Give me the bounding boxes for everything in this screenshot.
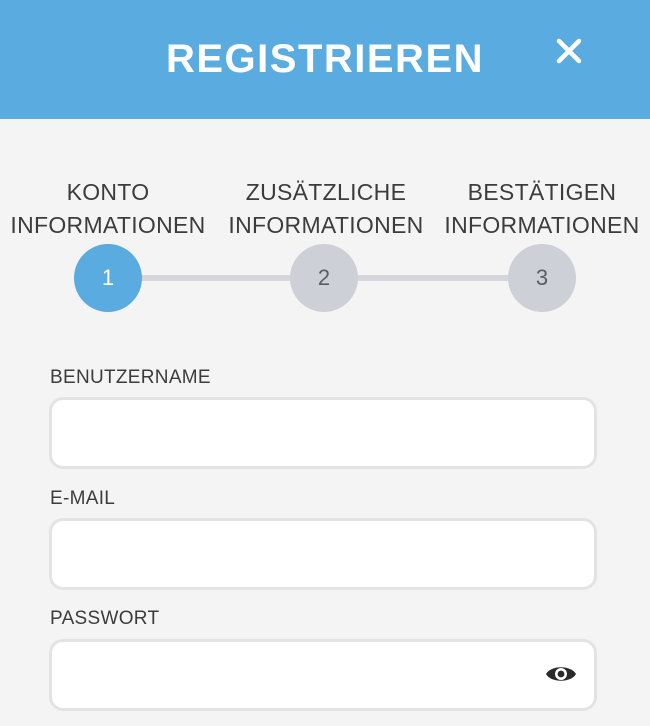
step-label-zusaetzliche: ZUSÄTZLICHE INFORMATIONEN: [216, 176, 436, 242]
step-label-line2: INFORMATIONEN: [228, 212, 424, 238]
registration-stepper: KONTO INFORMATIONEN ZUSÄTZLICHE INFORMAT…: [0, 170, 650, 320]
username-field[interactable]: [49, 397, 597, 469]
password-field[interactable]: [49, 639, 597, 711]
password-label: PASSWORT: [50, 608, 160, 629]
step-label-bestaetigen: BESTÄTIGEN INFORMATIONEN: [432, 176, 650, 242]
header-bar: REGISTRIEREN: [0, 0, 650, 119]
step-2-circle[interactable]: 2: [290, 244, 358, 312]
email-label: E-MAIL: [50, 488, 116, 509]
close-icon: [556, 38, 582, 64]
step-connector: [140, 275, 300, 281]
step-1-circle[interactable]: 1: [74, 244, 142, 312]
eye-icon: [546, 667, 576, 681]
close-button[interactable]: [546, 28, 592, 74]
step-label-line1: BESTÄTIGEN: [467, 179, 617, 205]
step-label-konto: KONTO INFORMATIONEN: [0, 176, 218, 242]
step-label-line2: INFORMATIONEN: [10, 212, 206, 238]
step-label-line1: KONTO: [66, 179, 150, 205]
password-visibility-toggle[interactable]: [544, 661, 578, 687]
step-label-line2: INFORMATIONEN: [444, 212, 640, 238]
step-label-line1: ZUSÄTZLICHE: [245, 179, 407, 205]
step-3-circle[interactable]: 3: [508, 244, 576, 312]
username-label: BENUTZERNAME: [50, 367, 211, 388]
step-connector: [356, 275, 516, 281]
email-field[interactable]: [49, 518, 597, 590]
